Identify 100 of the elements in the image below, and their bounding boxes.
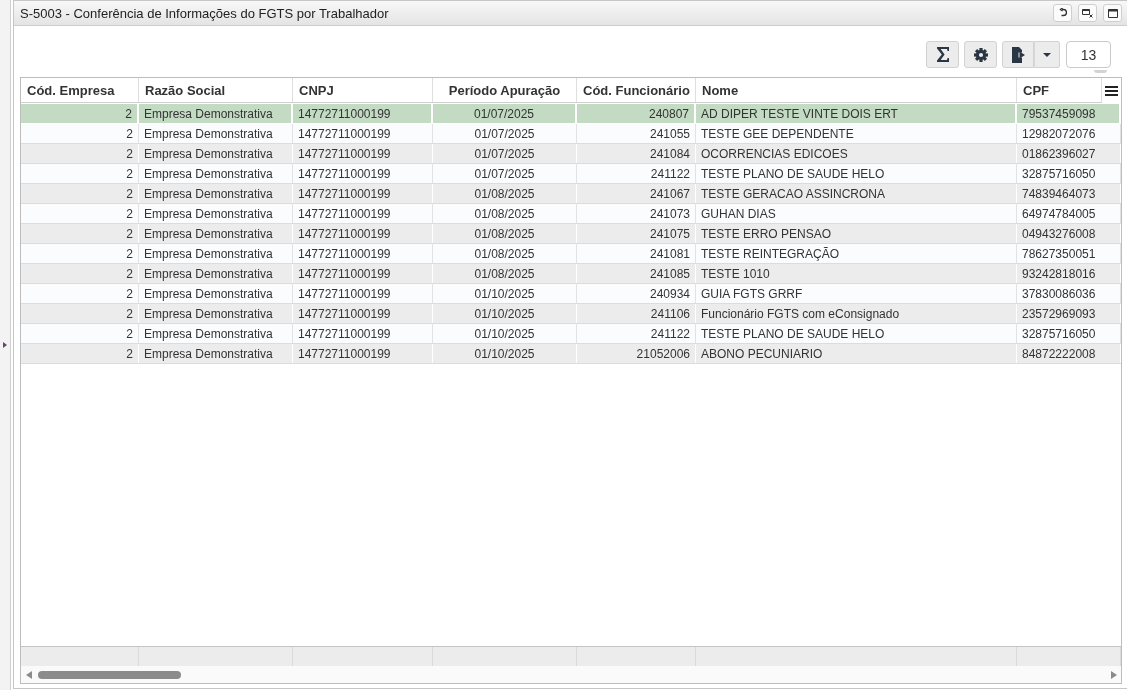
table-row[interactable]: 2 Empresa Demonstrativa 14772711000199 01/07/2025 241122 TESTE PLANO DE SAUDE HELO 32875716050 bbox=[21, 164, 1121, 184]
table-row[interactable]: 2 Empresa Demonstrativa 14772711000199 01/10/2025 240934 GUIA FGTS GRRF 37830086036 bbox=[21, 284, 1121, 304]
table-cell: Empresa Demonstrativa bbox=[139, 144, 293, 163]
table-cell: 12982072076 bbox=[1017, 124, 1121, 143]
table-cell: OCORRENCIAS EDICOES bbox=[696, 144, 1017, 163]
table-cell: 21052006 bbox=[577, 344, 696, 363]
horizontal-scrollbar[interactable] bbox=[21, 666, 1121, 683]
table-cell: 2 bbox=[21, 244, 139, 263]
document-arrow-icon bbox=[1011, 46, 1025, 63]
table-cell: TESTE GEE DEPENDENTE bbox=[696, 124, 1017, 143]
table-row[interactable]: 2 Empresa Demonstrativa 14772711000199 01/08/2025 241067 TESTE GERACAO ASSINCRONA 74839464073 bbox=[21, 184, 1121, 204]
table-cell: 14772711000199 bbox=[293, 184, 433, 203]
table-cell: TESTE GERACAO ASSINCRONA bbox=[696, 184, 1017, 203]
table-cell: Empresa Demonstrativa bbox=[139, 344, 293, 363]
table-cell: 2 bbox=[21, 284, 139, 303]
undo-button[interactable] bbox=[1053, 4, 1072, 22]
table-cell: 2 bbox=[21, 184, 139, 203]
table-cell: 14772711000199 bbox=[293, 324, 433, 343]
table-cell: 2 bbox=[21, 344, 139, 363]
table-row[interactable]: 2 Empresa Demonstrativa 14772711000199 01/08/2025 241075 TESTE ERRO PENSAO 04943276008 bbox=[21, 224, 1121, 244]
table-cell: 241073 bbox=[577, 204, 696, 223]
table-cell: 01/10/2025 bbox=[433, 304, 577, 323]
table-cell: 01/08/2025 bbox=[433, 204, 577, 223]
column-header[interactable]: Período Apuração bbox=[433, 78, 577, 103]
table-cell: Empresa Demonstrativa bbox=[139, 164, 293, 183]
column-header[interactable]: Nome bbox=[696, 78, 1017, 103]
table-cell: 14772711000199 bbox=[293, 264, 433, 283]
table-row[interactable]: 2 Empresa Demonstrativa 14772711000199 01/08/2025 241085 TESTE 1010 93242818016 bbox=[21, 264, 1121, 284]
scroll-right-icon[interactable] bbox=[1111, 670, 1117, 679]
table-cell: 64974784005 bbox=[1017, 204, 1121, 223]
table-cell: 01/10/2025 bbox=[433, 344, 577, 363]
table-row[interactable]: 2 Empresa Demonstrativa 14772711000199 01/07/2025 241084 OCORRENCIAS EDICOES 01862396027 bbox=[21, 144, 1121, 164]
table-cell: 14772711000199 bbox=[293, 124, 433, 143]
table-cell: 01/10/2025 bbox=[433, 284, 577, 303]
table-cell: 14772711000199 bbox=[293, 344, 433, 363]
table-cell: 01/08/2025 bbox=[433, 224, 577, 243]
table-cell: Empresa Demonstrativa bbox=[139, 224, 293, 243]
table-cell: 32875716050 bbox=[1017, 324, 1121, 343]
table-row[interactable]: 2 Empresa Demonstrativa 14772711000199 01/10/2025 241122 TESTE PLANO DE SAUDE HELO 32875716050 bbox=[21, 324, 1121, 344]
table-cell: 01/08/2025 bbox=[433, 244, 577, 263]
table-cell: GUIA FGTS GRRF bbox=[696, 284, 1017, 303]
column-header[interactable]: CNPJ bbox=[293, 78, 433, 103]
table-cell: 14772711000199 bbox=[293, 204, 433, 223]
table-cell: GUHAN DIAS bbox=[696, 204, 1017, 223]
column-header[interactable]: CPF bbox=[1017, 78, 1102, 103]
table-cell: Empresa Demonstrativa bbox=[139, 284, 293, 303]
table-cell: TESTE PLANO DE SAUDE HELO bbox=[696, 164, 1017, 183]
table-cell: 14772711000199 bbox=[293, 164, 433, 183]
table-cell: TESTE ERRO PENSAO bbox=[696, 224, 1017, 243]
table-cell: 2 bbox=[21, 264, 139, 283]
table-cell: 01862396027 bbox=[1017, 144, 1121, 163]
table-cell: TESTE PLANO DE SAUDE HELO bbox=[696, 324, 1017, 343]
scrollbar-thumb[interactable] bbox=[38, 670, 181, 679]
menu-icon[interactable] bbox=[1105, 85, 1118, 96]
table-cell: 2 bbox=[21, 144, 139, 163]
table-cell: TESTE REINTEGRAÇÃO bbox=[696, 244, 1017, 263]
table-cell: 241075 bbox=[577, 224, 696, 243]
table-cell: 14772711000199 bbox=[293, 144, 433, 163]
table-cell: Empresa Demonstrativa bbox=[139, 204, 293, 223]
table-cell: TESTE 1010 bbox=[696, 264, 1017, 283]
table-cell: 241122 bbox=[577, 164, 696, 183]
table-cell: 2 bbox=[21, 224, 139, 243]
table-cell: 32875716050 bbox=[1017, 164, 1121, 183]
table-row[interactable]: 2 Empresa Demonstrativa 14772711000199 01/08/2025 241073 GUHAN DIAS 64974784005 bbox=[21, 204, 1121, 224]
table-cell: 241122 bbox=[577, 324, 696, 343]
table-row[interactable]: 2 Empresa Demonstrativa 14772711000199 01/07/2025 241055 TESTE GEE DEPENDENTE 12982072076 bbox=[21, 124, 1121, 144]
table-cell: 241084 bbox=[577, 144, 696, 163]
table-cell: Empresa Demonstrativa bbox=[139, 324, 293, 343]
table-cell: Empresa Demonstrativa bbox=[139, 304, 293, 323]
table-cell: 01/08/2025 bbox=[433, 184, 577, 203]
table-cell: 2 bbox=[21, 204, 139, 223]
table-row[interactable]: 2 Empresa Demonstrativa 14772711000199 01/08/2025 241081 TESTE REINTEGRAÇÃO 78627350051 bbox=[21, 244, 1121, 264]
sum-icon bbox=[935, 47, 950, 62]
column-header[interactable]: Cód. Funcionário bbox=[577, 78, 696, 103]
table-cell: 14772711000199 bbox=[293, 284, 433, 303]
table-cell: ABONO PECUNIARIO bbox=[696, 344, 1017, 363]
table-cell: 241106 bbox=[577, 304, 696, 323]
export-button[interactable] bbox=[1002, 41, 1034, 68]
caret-icon bbox=[1043, 52, 1051, 57]
table-cell: 2 bbox=[21, 124, 139, 143]
column-header[interactable]: Razão Social bbox=[139, 78, 293, 103]
table-cell: 01/07/2025 bbox=[433, 124, 577, 143]
table-cell: Funcionário FGTS com eConsignado bbox=[696, 304, 1017, 323]
table-row[interactable]: 2 Empresa Demonstrativa 14772711000199 01/10/2025 241106 Funcionário FGTS com eConsignado 23572969093 bbox=[21, 304, 1121, 324]
table-cell: 241085 bbox=[577, 264, 696, 283]
table-cell: 14772711000199 bbox=[293, 244, 433, 263]
table-cell: 93242818016 bbox=[1017, 264, 1121, 283]
window-x-button[interactable] bbox=[1078, 4, 1097, 22]
window-icon bbox=[1107, 8, 1118, 18]
table-row[interactable]: 2 Empresa Demonstrativa 14772711000199 01/10/2025 21052006 ABONO PECUNIARIO 84872222008 bbox=[21, 344, 1121, 364]
table-cell: 2 bbox=[21, 324, 139, 343]
sum-button[interactable] bbox=[926, 41, 959, 68]
table-cell: Empresa Demonstrativa bbox=[139, 244, 293, 263]
column-header[interactable]: Cód. Empresa bbox=[21, 78, 139, 103]
expand-arrow-icon[interactable] bbox=[3, 342, 7, 348]
maximize-button[interactable] bbox=[1103, 4, 1122, 22]
scroll-left-icon[interactable] bbox=[26, 670, 32, 679]
table-row[interactable]: 2 Empresa Demonstrativa 14772711000199 01/07/2025 240807 AD DIPER TESTE VINTE DOIS ERT 79537459098 bbox=[21, 104, 1121, 124]
settings-button[interactable] bbox=[964, 41, 997, 68]
table-cell: 240934 bbox=[577, 284, 696, 303]
